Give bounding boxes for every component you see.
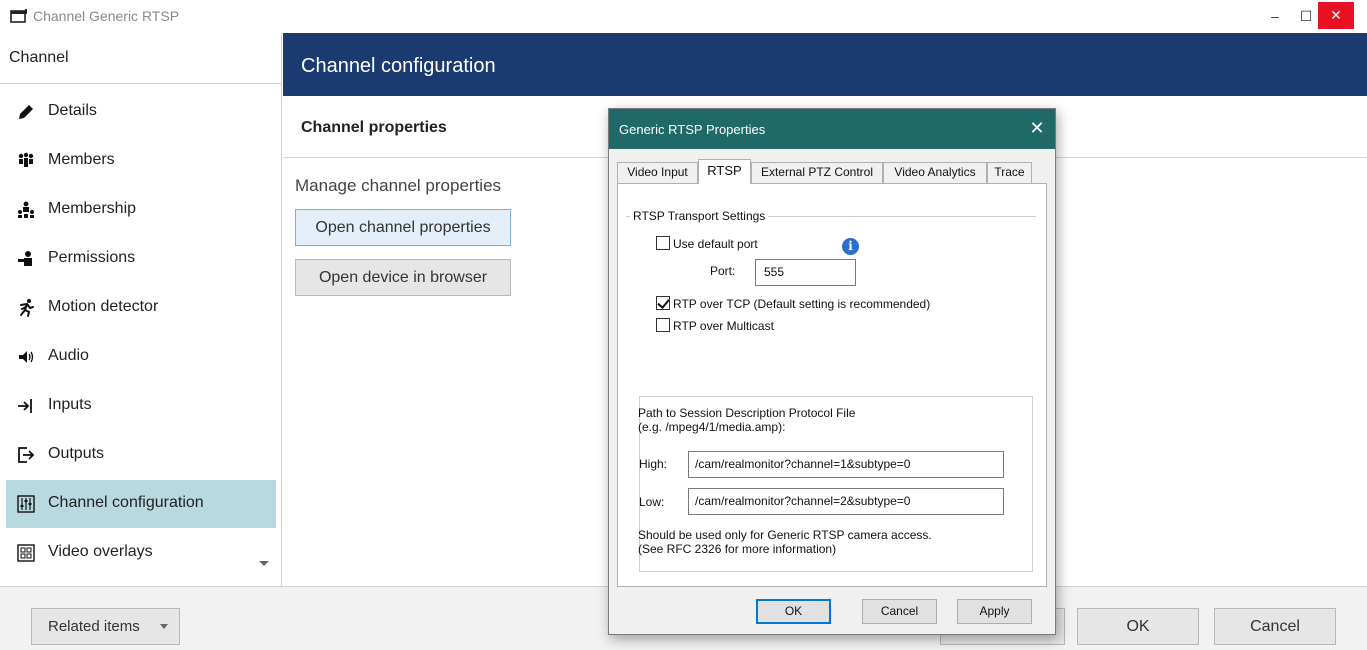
tab-video-analytics[interactable]: Video Analytics — [883, 162, 987, 183]
sidebar-item-permissions[interactable]: Permissions — [6, 235, 276, 283]
rtp-over-multicast-label: RTP over Multicast — [673, 319, 774, 333]
open-channel-properties-button[interactable]: Open channel properties — [295, 209, 511, 246]
sdp-note-line2: (See RFC 2326 for more information) — [638, 542, 837, 556]
use-default-port-checkbox[interactable] — [656, 236, 670, 250]
grid-icon — [17, 544, 35, 562]
dialog-cancel-button[interactable]: Cancel — [862, 599, 937, 624]
page-title: Channel configuration — [301, 55, 496, 77]
sidebar-item-motion-detector[interactable]: Motion detector — [6, 284, 276, 332]
scroll-down-icon[interactable] — [259, 561, 269, 566]
rtp-over-tcp-checkbox[interactable] — [656, 296, 670, 310]
sidebar-item-details[interactable]: Details — [6, 88, 276, 136]
sidebar-item-members[interactable]: Members — [6, 137, 276, 185]
chevron-down-icon — [160, 624, 168, 629]
tab-video-input[interactable]: Video Input — [617, 162, 698, 183]
tab-external-ptz-control[interactable]: External PTZ Control — [751, 162, 883, 183]
app-window-icon — [10, 9, 27, 23]
window-title: Channel Generic RTSP — [33, 8, 180, 24]
related-items-button[interactable]: Related items — [31, 608, 180, 645]
sliders-icon — [17, 495, 35, 513]
open-device-in-browser-button[interactable]: Open device in browser — [295, 259, 511, 296]
manage-text: Manage channel properties — [295, 176, 502, 195]
sidebar-item-label: Membership — [48, 200, 137, 217]
sidebar-item-label: Audio — [48, 347, 89, 364]
running-man-icon — [20, 299, 34, 317]
dialog-tabs: Video Input RTSP External PTZ Control Vi… — [617, 159, 1047, 184]
sidebar-item-label: Motion detector — [48, 298, 159, 315]
cancel-button[interactable]: Cancel — [1214, 608, 1336, 645]
rtsp-properties-dialog: Generic RTSP Properties ✕ Video Input RT… — [608, 108, 1056, 635]
rtp-over-multicast-checkbox[interactable] — [656, 318, 670, 332]
members-icon — [18, 152, 34, 167]
port-label: Port: — [710, 264, 736, 278]
tab-trace[interactable]: Trace — [987, 162, 1032, 183]
ok-button[interactable]: OK — [1077, 608, 1199, 645]
input-arrow-icon — [18, 399, 32, 413]
low-path-input[interactable]: /cam/realmonitor?channel=2&subtype=0 — [688, 488, 1004, 515]
sdp-note-line1: Should be used only for Generic RTSP cam… — [638, 528, 932, 542]
sidebar: Channel Details Members Membership Permi… — [0, 33, 282, 586]
related-items-label: Related items — [48, 618, 140, 635]
permissions-icon — [18, 251, 32, 266]
sidebar-item-label: Members — [48, 151, 115, 168]
output-arrow-icon — [18, 447, 35, 463]
sidebar-item-label: Outputs — [48, 445, 105, 462]
sidebar-item-membership[interactable]: Membership — [6, 186, 276, 234]
sidebar-item-label: Permissions — [48, 249, 136, 266]
window-titlebar: Channel Generic RTSP – ☐ ✕ — [0, 0, 1367, 33]
high-label: High: — [639, 457, 668, 471]
sdp-note: Should be used only for Generic RTSP cam… — [638, 528, 1018, 556]
info-icon[interactable]: i — [842, 238, 859, 255]
sidebar-header-label: Channel — [9, 49, 69, 66]
dialog-titlebar: Generic RTSP Properties ✕ — [609, 109, 1055, 149]
group-title: RTSP Transport Settings — [630, 209, 769, 223]
tab-rtsp[interactable]: RTSP — [698, 159, 751, 184]
sidebar-item-label: Channel configuration — [48, 494, 204, 511]
sidebar-item-channel-configuration[interactable]: Channel configuration — [6, 480, 276, 528]
sidebar-item-label: Video overlays — [48, 543, 153, 560]
close-window-button[interactable]: ✕ — [1318, 2, 1354, 29]
section-title: Channel properties — [301, 119, 447, 136]
dialog-close-icon[interactable]: ✕ — [1025, 117, 1049, 141]
sidebar-item-video-overlays[interactable]: Video overlays — [6, 529, 276, 577]
rtsp-tab-panel: RTSP Transport Settings Use default port… — [617, 183, 1047, 587]
high-path-input[interactable]: /cam/realmonitor?channel=1&subtype=0 — [688, 451, 1004, 478]
sidebar-item-label: Details — [48, 102, 97, 119]
sidebar-item-audio[interactable]: Audio — [6, 333, 276, 381]
use-default-port-label: Use default port — [673, 237, 758, 251]
pencil-icon — [19, 105, 33, 119]
sidebar-header: Channel — [0, 33, 282, 84]
membership-icon — [18, 201, 34, 218]
dialog-ok-button[interactable]: OK — [756, 599, 831, 624]
dialog-title: Generic RTSP Properties — [619, 122, 766, 137]
dialog-apply-button[interactable]: Apply — [957, 599, 1032, 624]
sidebar-item-inputs[interactable]: Inputs — [6, 382, 276, 430]
port-input[interactable]: 555 — [755, 259, 856, 286]
sidebar-item-label: Inputs — [48, 396, 92, 413]
sdp-description-line1: Path to Session Description Protocol Fil… — [638, 406, 856, 420]
rtp-over-tcp-label: RTP over TCP (Default setting is recomme… — [673, 297, 931, 311]
page-header: Channel configuration — [283, 33, 1367, 96]
sdp-description: Path to Session Description Protocol Fil… — [638, 406, 998, 434]
speaker-icon — [19, 351, 34, 363]
low-label: Low: — [639, 495, 665, 509]
sidebar-item-outputs[interactable]: Outputs — [6, 431, 276, 479]
sdp-description-line2: (e.g. /mpeg4/1/media.amp): — [638, 420, 786, 434]
